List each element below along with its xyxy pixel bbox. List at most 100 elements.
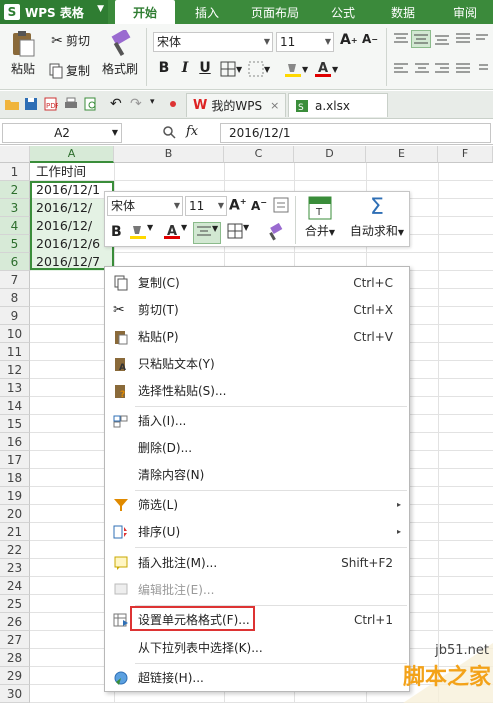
mini-align-center-button[interactable]: ▼ [193,222,222,244]
column-header-d[interactable]: D [294,146,366,163]
row-header-28[interactable]: 28 [0,649,30,667]
menu-item-paste-special[interactable]: ? 选择性粘贴(S)... [105,379,409,403]
row-header-7[interactable]: 7 [0,271,30,289]
doc-tab-my-wps[interactable]: W 我的WPS × [186,93,287,117]
mini-increase-font-button[interactable]: A+ [229,197,247,214]
mini-font-color-button[interactable]: A ▼ [163,223,187,245]
italic-button[interactable]: I [176,60,194,76]
mini-format-button[interactable] [273,197,289,217]
row-header-27[interactable]: 27 [0,631,30,649]
row-header-30[interactable]: 30 [0,685,30,703]
function-icon[interactable]: fx [186,124,198,139]
row-header-15[interactable]: 15 [0,415,30,433]
row-header-22[interactable]: 22 [0,541,30,559]
row-header-29[interactable]: 29 [0,667,30,685]
cell-style-button[interactable]: ▼ [248,61,270,77]
row-header-25[interactable]: 25 [0,595,30,613]
chevron-down-icon[interactable]: ▾ [150,97,155,107]
column-header-b[interactable]: B [114,146,224,163]
open-folder-icon[interactable] [4,97,20,111]
align-center-button[interactable] [414,62,430,76]
align-left-button[interactable] [393,62,409,76]
tab-home[interactable]: 开始 [115,0,175,24]
merge-cells-button[interactable]: T 合并▼ [301,196,339,239]
paste-button[interactable]: 粘贴 [6,30,40,77]
row-header-13[interactable]: 13 [0,379,30,397]
font-name-select[interactable]: 宋体 ▼ [153,32,273,52]
row-header-1[interactable]: 1 [0,163,30,181]
cut-button[interactable]: ✂ 剪切 [48,32,90,49]
underline-button[interactable]: U [196,60,214,76]
close-icon[interactable]: × [270,99,279,112]
menu-item-insert[interactable]: 插入(I)... [105,409,409,433]
align-middle-button[interactable] [411,30,431,48]
tab-data[interactable]: 数据 [378,0,428,24]
fill-color-button[interactable]: ▼ [284,60,308,78]
redo-icon[interactable]: ↷ [130,96,142,112]
bold-button[interactable]: B [155,60,173,76]
tab-page-layout[interactable]: 页面布局 [240,0,310,24]
pin-icon[interactable] [166,97,180,111]
row-header-19[interactable]: 19 [0,487,30,505]
row-header-16[interactable]: 16 [0,433,30,451]
menu-item-insert-comment[interactable]: 插入批注(M)... Shift+F2 [105,551,409,575]
menu-item-sort[interactable]: 排序(U) ▸ [105,520,409,544]
menu-item-cut[interactable]: ✂ 剪切(T) Ctrl+X [105,298,409,322]
save-icon[interactable] [24,97,38,111]
mini-fill-color-button[interactable]: ▼ [129,223,153,245]
increase-font-button[interactable]: A + [340,32,358,48]
mini-format-painter-button[interactable] [265,222,283,245]
cell-a1[interactable]: 工作时间 [31,163,114,181]
tab-insert[interactable]: 插入 [180,0,234,24]
row-header-8[interactable]: 8 [0,289,30,307]
distribute-button[interactable] [455,62,471,76]
row-header-3[interactable]: 3 [0,199,30,217]
copy-button[interactable]: 复制 [48,62,90,79]
formula-input[interactable]: 2016/12/1 [220,123,491,143]
menu-item-filter[interactable]: 筛选(L) ▸ [105,493,409,517]
mini-font-name-select[interactable]: 宋体 ▼ [107,196,183,216]
row-header-26[interactable]: 26 [0,613,30,631]
mini-bold-button[interactable]: B [111,224,122,240]
font-size-select[interactable]: 11 ▼ [276,32,334,52]
menu-item-clear-contents[interactable]: 清除内容(N) [105,463,409,487]
select-all-corner[interactable] [0,146,30,163]
row-header-17[interactable]: 17 [0,451,30,469]
row-header-12[interactable]: 12 [0,361,30,379]
export-pdf-icon[interactable]: PDF [44,97,58,111]
wrap-text-button[interactable] [475,32,489,46]
row-header-23[interactable]: 23 [0,559,30,577]
row-header-18[interactable]: 18 [0,469,30,487]
align-top-button[interactable] [393,32,409,46]
menu-item-delete[interactable]: 删除(D)... [105,436,409,460]
tab-formula[interactable]: 公式 [318,0,368,24]
column-header-e[interactable]: E [366,146,438,163]
tab-review[interactable]: 审阅 [440,0,490,24]
menu-item-copy[interactable]: 复制(C) Ctrl+C [105,271,409,295]
print-preview-icon[interactable] [84,97,98,111]
decrease-font-button[interactable]: A − [362,32,378,46]
autosum-button[interactable]: Σ 自动求和▼ [347,196,407,239]
row-header-21[interactable]: 21 [0,523,30,541]
menu-item-paste[interactable]: 粘贴(P) Ctrl+V [105,325,409,349]
row-header-11[interactable]: 11 [0,343,30,361]
row-header-2[interactable]: 2 [0,181,30,199]
row-header-5[interactable]: 5 [0,235,30,253]
column-header-a[interactable]: A [30,146,114,163]
column-header-c[interactable]: C [224,146,294,163]
menu-item-paste-text-only[interactable]: A 只粘贴文本(Y) [105,352,409,376]
row-header-10[interactable]: 10 [0,325,30,343]
print-icon[interactable] [64,97,78,111]
row-header-9[interactable]: 9 [0,307,30,325]
mini-border-button[interactable]: ▼ [227,223,249,243]
indent-button[interactable] [475,62,489,76]
border-button[interactable]: ▼ [220,61,242,77]
align-justify-button[interactable] [455,32,471,46]
zoom-icon[interactable] [162,125,176,139]
row-header-6[interactable]: 6 [0,253,30,271]
undo-icon[interactable]: ↶ [110,96,122,112]
mini-decrease-font-button[interactable]: A− [251,198,267,213]
row-header-24[interactable]: 24 [0,577,30,595]
format-painter-button[interactable]: 格式刷 [100,30,140,77]
name-box[interactable]: A2 ▼ [2,123,122,143]
